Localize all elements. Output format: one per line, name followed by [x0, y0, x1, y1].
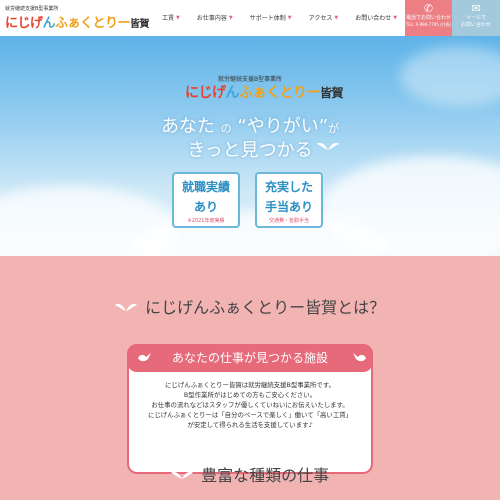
caret-down-icon: ▼	[393, 14, 398, 21]
site-header: 就労継続支援B型事業所 にじげんふぁくとりー皆賀 工賃 ▼ お仕事内容 ▼ サポート…	[0, 0, 500, 36]
badge-job-record: 就職実績 あり ※2021年度実績	[172, 172, 240, 228]
hero-logo-part-3: ふぁくとりー	[239, 85, 321, 101]
badge-title: 充実した	[264, 180, 313, 194]
logo-part-3: ふぁくとりー	[55, 16, 131, 31]
logo-part-2: ん	[42, 16, 56, 31]
main-nav: 工賃 ▼ お仕事内容 ▼ サポート体制 ▼ アクセス ▼ お問い合わせ ▼	[162, 13, 414, 23]
nav-item-wage[interactable]: 工賃 ▼	[162, 13, 180, 23]
catch-particle: の	[220, 122, 232, 135]
nav-label: 工賃	[162, 15, 175, 22]
card-text-line: お仕事の流れなどはスタッフが優しくていねいにお伝えいたします。	[151, 401, 349, 409]
wing-icon	[114, 302, 141, 317]
nav-label: お仕事内容	[196, 15, 227, 22]
next-section-title: 豊富な種類の仕事	[0, 462, 500, 486]
logo-part-1: にじげ	[5, 16, 43, 31]
bird-icon	[352, 351, 368, 366]
nav-item-support[interactable]: サポート体制 ▼	[249, 13, 292, 23]
wing-icon	[170, 470, 197, 485]
cloud-decoration	[400, 46, 500, 106]
card-text-line: にじげんふぁくとりー皆賀は就労継続支援B型事業所です。	[165, 381, 335, 389]
about-section: にじげんふぁくとりー皆賀とは？ あなたの仕事が見つかる施設 にじげんふぁくとりー…	[0, 256, 500, 500]
badge-allowance: 充実した 手当あり 交通費・皆勤手当	[255, 172, 323, 228]
logo-part-4: 皆賀	[130, 19, 150, 30]
card-text-line: が安定して得られる生活を支援しています♪	[187, 421, 313, 429]
tel-button-number: TEL: 0-990-7795 (代表)	[405, 22, 452, 27]
badge-note: 交通費・皆勤手当	[268, 218, 309, 224]
hero-logo: にじげんふぁくとりー皆賀	[185, 82, 355, 102]
logo-subtitle: 就労継続支援B型事業所	[5, 6, 59, 12]
catch-text: あなた	[160, 116, 215, 137]
tel-button-label: 電話でお問い合わせ	[405, 15, 451, 21]
mail-button-sub: お問い合わせ	[460, 22, 491, 28]
mail-contact-button[interactable]: ✉ メールで お問い合わせ	[452, 0, 500, 36]
logo-text: にじげんふぁくとりー皆賀	[5, 12, 150, 31]
phone-icon: ✆	[423, 2, 434, 15]
caret-down-icon: ▼	[228, 14, 233, 21]
nav-label: アクセス	[308, 15, 333, 22]
bird-icon	[136, 351, 152, 366]
caret-down-icon: ▼	[176, 14, 180, 21]
nav-item-work[interactable]: お仕事内容 ▼	[196, 13, 233, 23]
mail-icon: ✉	[471, 2, 481, 15]
tel-contact-button[interactable]: ✆ 電話でお問い合わせ TEL: 0-990-7795 (代表)	[405, 0, 452, 36]
about-title-text: にじげんふぁくとりー皆賀とは？	[145, 298, 386, 317]
hero-section: 就労継続支援B型事業所 にじげんふぁくとりー皆賀 あなた の “やりがい”が き…	[0, 36, 500, 256]
nav-item-contact[interactable]: お問い合わせ ▼	[355, 13, 398, 23]
catch-particle: が	[328, 122, 340, 135]
badge-title: あり	[193, 200, 218, 214]
badge-title: 手当あり	[264, 200, 313, 214]
about-title: にじげんふぁくとりー皆賀とは？	[0, 294, 500, 318]
nav-item-access[interactable]: アクセス ▼	[308, 13, 339, 23]
nav-label: サポート体制	[249, 15, 286, 22]
mail-button-label: メールで	[465, 15, 486, 21]
site-logo[interactable]: 就労継続支援B型事業所 にじげんふぁくとりー皆賀	[5, 5, 150, 31]
card-text-line: にじげんふぁくとりーは「自分のペースで楽しく」働いて「高い工賃」	[148, 411, 352, 419]
hero-catch-line-2: きっと見つかる	[187, 140, 313, 161]
badge-note: ※2021年度実績	[187, 218, 225, 224]
catch-text: “やりがい”	[237, 116, 329, 137]
hero-catch-line-1: あなた の “やりがい”が	[0, 112, 500, 138]
badge-title: 就職実績	[181, 180, 230, 194]
about-card-heading: あなたの仕事が見つかる施設	[127, 344, 373, 372]
wing-icon	[317, 140, 339, 155]
hero-logo-part-4: 皆賀	[320, 86, 344, 100]
hero-logo-part-1: にじげ	[185, 85, 226, 101]
about-card-body: にじげんふぁくとりー皆賀は就労継続支援B型事業所です。 B型作業所がはじめての方…	[129, 380, 371, 430]
next-section-title-text: 豊富な種類の仕事	[201, 466, 330, 485]
nav-label: お問い合わせ	[355, 15, 392, 22]
hero-logo-part-2: ん	[225, 85, 240, 101]
card-text-line: B型作業所がはじめての方もご安心ください。	[183, 391, 317, 399]
caret-down-icon: ▼	[334, 14, 339, 21]
caret-down-icon: ▼	[287, 14, 292, 21]
